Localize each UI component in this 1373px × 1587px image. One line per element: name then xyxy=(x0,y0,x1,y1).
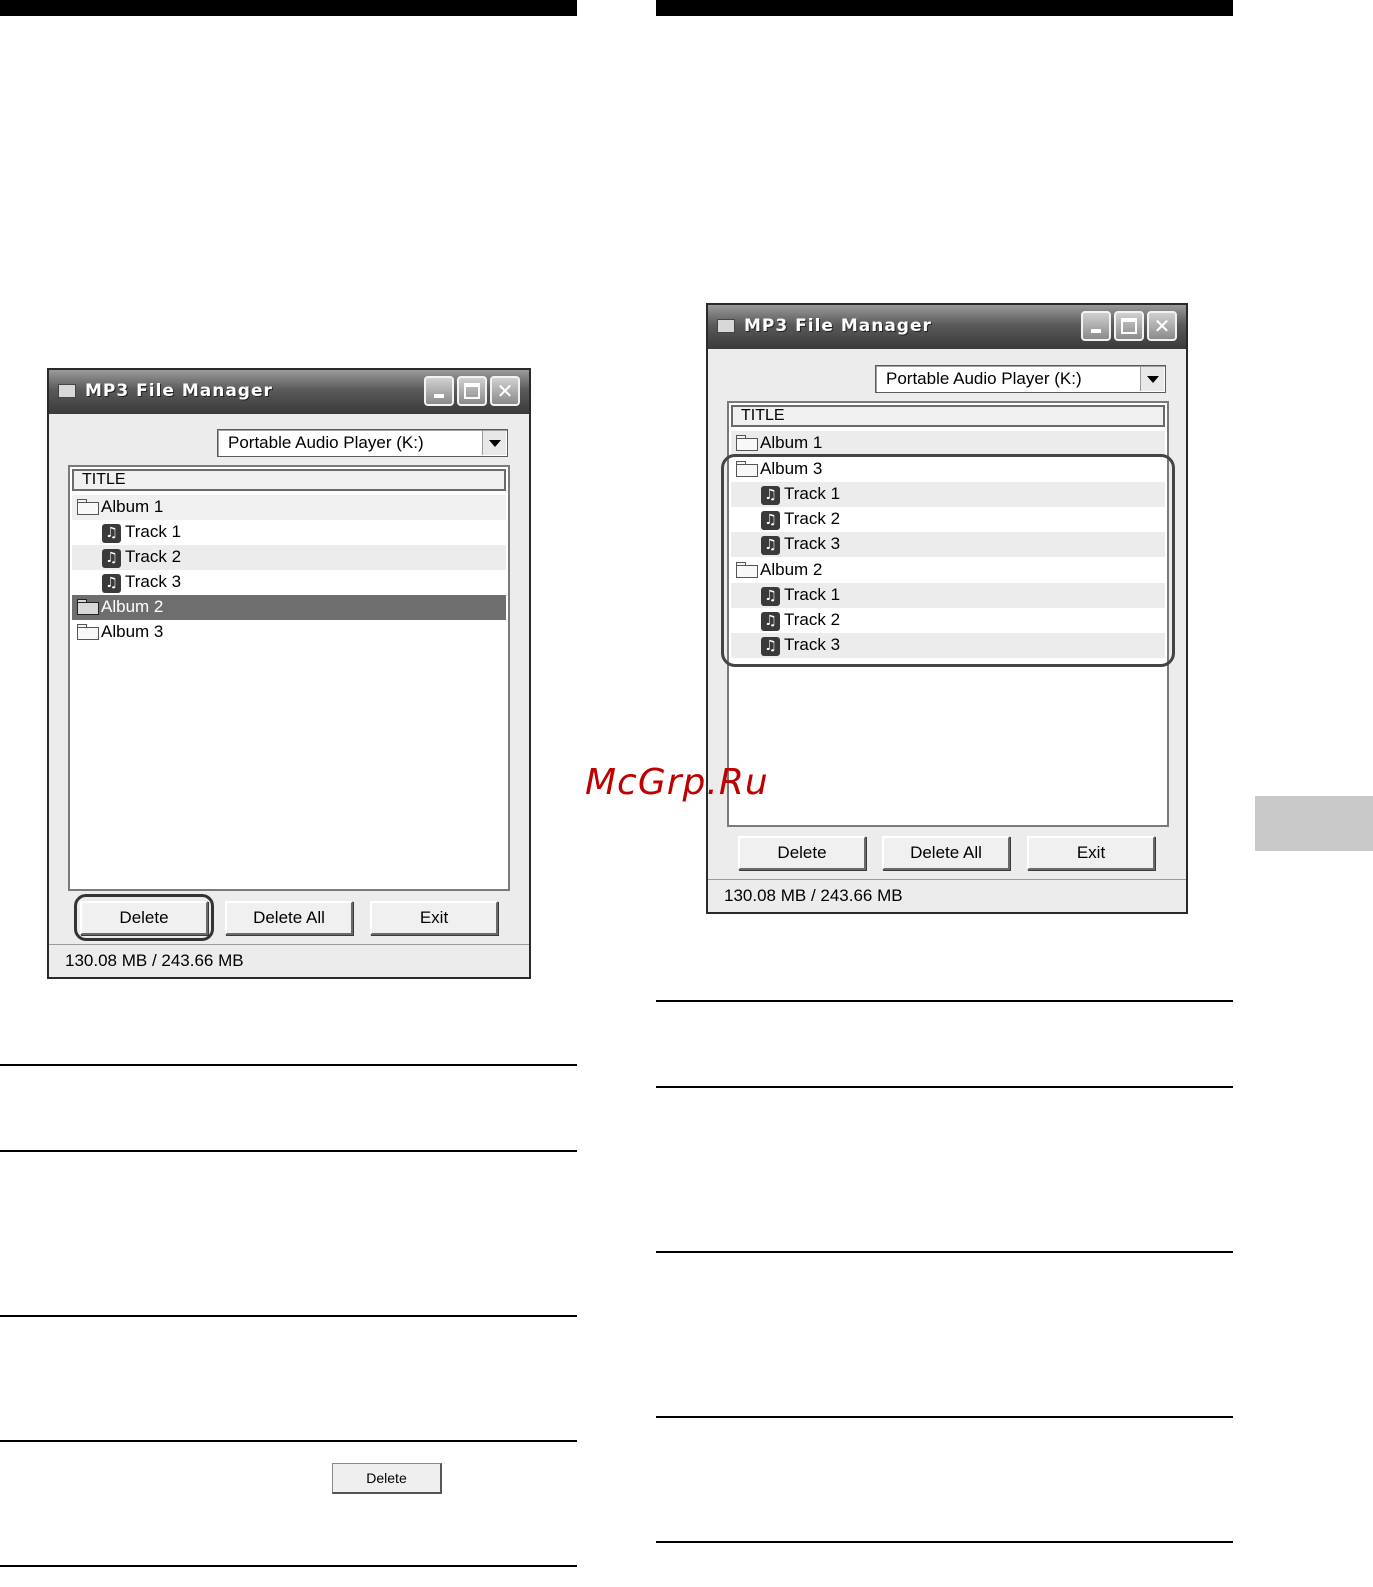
mp3-file-manager-window-left: MP3 File Manager ✕ Portable Audio Player… xyxy=(47,368,531,979)
drive-select[interactable]: Portable Audio Player (K:) xyxy=(217,429,508,457)
title-bar[interactable]: MP3 File Manager ✕ xyxy=(49,370,529,414)
music-note-icon: ♫ xyxy=(102,549,121,568)
minimize-button[interactable] xyxy=(424,376,454,406)
divider xyxy=(656,1000,1233,1002)
inline-delete-button[interactable]: Delete xyxy=(332,1463,442,1494)
close-icon: ✕ xyxy=(1153,314,1171,338)
folder-icon xyxy=(736,435,758,451)
exit-button[interactable]: Exit xyxy=(1027,836,1155,870)
chevron-down-icon[interactable] xyxy=(1140,367,1164,391)
maximize-button[interactable] xyxy=(1114,311,1144,341)
minimize-icon xyxy=(434,394,444,398)
top-rule-right xyxy=(656,0,1233,16)
minimize-icon xyxy=(1091,329,1101,333)
divider xyxy=(0,1565,577,1567)
title-bar[interactable]: MP3 File Manager ✕ xyxy=(708,305,1186,349)
column-header-title[interactable]: TITLE xyxy=(72,469,506,491)
top-rule-left xyxy=(0,0,577,16)
delete-button[interactable]: Delete xyxy=(738,836,866,870)
window-title: MP3 File Manager xyxy=(85,381,273,401)
highlight-callout xyxy=(74,894,214,941)
list-item[interactable]: Album 3 xyxy=(72,620,506,645)
divider xyxy=(656,1251,1233,1253)
divider xyxy=(656,1086,1233,1088)
chevron-down-icon[interactable] xyxy=(482,431,506,455)
drive-select-value: Portable Audio Player (K:) xyxy=(886,369,1082,388)
folder-icon xyxy=(77,599,99,615)
status-divider xyxy=(49,944,529,945)
maximize-button[interactable] xyxy=(457,376,487,406)
section-tab xyxy=(1255,796,1373,851)
music-note-icon: ♫ xyxy=(102,524,121,543)
list-item[interactable]: Album 1 xyxy=(731,431,1165,456)
window-title: MP3 File Manager xyxy=(744,316,932,336)
storage-status: 130.08 MB / 243.66 MB xyxy=(724,886,903,905)
folder-icon xyxy=(77,624,99,640)
list-item[interactable]: ♫ Track 2 xyxy=(72,545,506,570)
divider xyxy=(656,1541,1233,1543)
minimize-button[interactable] xyxy=(1081,311,1111,341)
drive-select[interactable]: Portable Audio Player (K:) xyxy=(875,365,1166,393)
mp3-file-manager-window-right: MP3 File Manager ✕ Portable Audio Player… xyxy=(706,303,1188,914)
column-header-title[interactable]: TITLE xyxy=(731,405,1165,427)
close-button[interactable]: ✕ xyxy=(490,376,520,406)
watermark: McGrp.Ru xyxy=(585,762,769,803)
track-list[interactable]: TITLE Album 1 ♫ Track 1 ♫ Track 2 ♫ Trac… xyxy=(68,465,510,891)
highlight-callout xyxy=(721,454,1175,667)
delete-all-button[interactable]: Delete All xyxy=(225,901,353,935)
status-divider xyxy=(708,879,1186,880)
list-item-selected[interactable]: Album 2 xyxy=(72,595,506,620)
delete-all-button[interactable]: Delete All xyxy=(882,836,1010,870)
close-icon: ✕ xyxy=(496,379,514,403)
divider xyxy=(0,1315,577,1317)
maximize-icon xyxy=(464,383,480,399)
list-item[interactable]: ♫ Track 3 xyxy=(72,570,506,595)
drive-select-value: Portable Audio Player (K:) xyxy=(228,433,424,452)
list-item[interactable]: Album 1 xyxy=(72,495,506,520)
folder-icon xyxy=(77,499,99,515)
app-icon xyxy=(717,319,735,333)
close-button[interactable]: ✕ xyxy=(1147,311,1177,341)
storage-status: 130.08 MB / 243.66 MB xyxy=(65,951,244,970)
maximize-icon xyxy=(1121,318,1137,334)
music-note-icon: ♫ xyxy=(102,574,121,593)
divider xyxy=(0,1440,577,1442)
divider xyxy=(0,1150,577,1152)
divider xyxy=(0,1064,577,1066)
list-item[interactable]: ♫ Track 1 xyxy=(72,520,506,545)
exit-button[interactable]: Exit xyxy=(370,901,498,935)
app-icon xyxy=(58,384,76,398)
divider xyxy=(656,1416,1233,1418)
